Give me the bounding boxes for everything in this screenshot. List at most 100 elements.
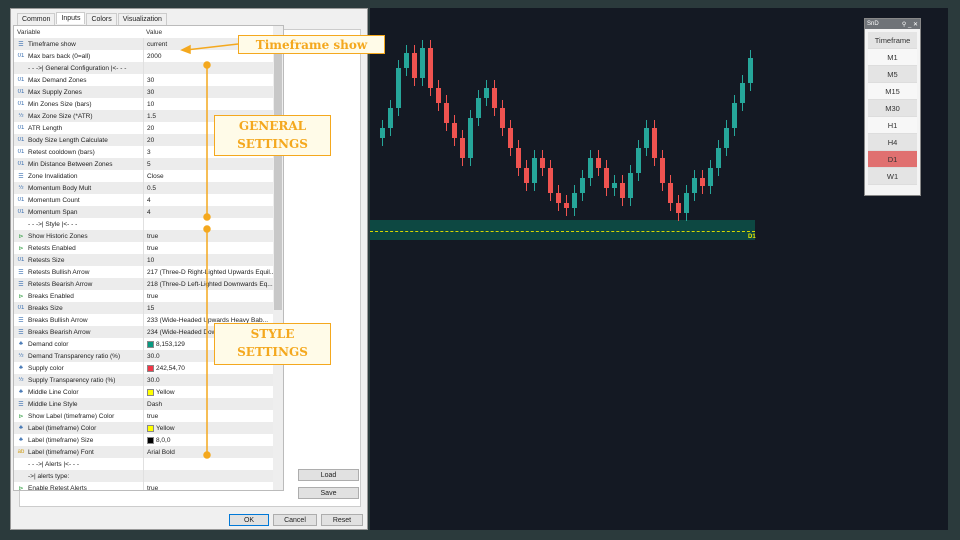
variable-name: Momentum Count <box>28 196 80 204</box>
value-cell[interactable]: Yellow <box>143 422 274 434</box>
cancel-button[interactable]: Cancel <box>273 514 317 526</box>
variable-name: Retest cooldown (bars) <box>28 148 95 156</box>
value-cell[interactable]: Yellow <box>143 386 274 398</box>
value-text: Dash <box>147 400 163 408</box>
input-row[interactable]: ½ Supply Transparency ratio (%) 30.0 <box>14 374 283 386</box>
input-row[interactable]: ♣ Label (timeframe) Color Yellow <box>14 422 283 434</box>
value-text: Yellow <box>156 388 175 396</box>
input-row[interactable]: 01 Min Distance Between Zones 5 <box>14 158 283 170</box>
bool-type-icon: ⊳ <box>18 233 24 240</box>
int-type-icon: 01 <box>17 77 25 83</box>
value-cell[interactable]: Close <box>143 170 274 182</box>
enum-type-icon: ☰ <box>18 281 24 288</box>
load-button[interactable]: Load <box>298 469 359 481</box>
reset-button[interactable]: Reset <box>321 514 363 526</box>
price-chart[interactable]: D1 <box>370 8 948 530</box>
tab-inputs[interactable]: Inputs <box>56 12 86 24</box>
color-swatch <box>147 364 154 372</box>
candle-body <box>676 203 681 213</box>
value-cell[interactable]: true <box>143 242 274 254</box>
value-cell[interactable] <box>143 218 274 230</box>
candle-body <box>540 158 545 168</box>
value-cell[interactable] <box>143 470 274 482</box>
input-row[interactable]: ⊳ Enable Retest Alerts true <box>14 482 283 490</box>
scrollbar[interactable] <box>273 26 283 490</box>
timeframe-button-m5[interactable]: M5 <box>868 66 917 83</box>
input-row[interactable]: ♣ Middle Line Color Yellow <box>14 386 283 398</box>
value-text: 30.0 <box>147 376 160 384</box>
timeframe-button-h1[interactable]: H1 <box>868 117 917 134</box>
value-cell[interactable] <box>143 458 274 470</box>
save-button[interactable]: Save <box>298 487 359 499</box>
input-row[interactable]: ab Label (timeframe) Font Arial Bold <box>14 446 283 458</box>
value-cell[interactable]: 0.5 <box>143 182 274 194</box>
timeframe-button-m15[interactable]: M15 <box>868 83 917 100</box>
input-row[interactable]: - - ->| Style |<- - - <box>14 218 283 230</box>
input-row[interactable]: 01 Retests Size 10 <box>14 254 283 266</box>
input-row[interactable]: ⊳ Show Historic Zones true <box>14 230 283 242</box>
value-cell[interactable]: Dash <box>143 398 274 410</box>
input-row[interactable]: ⊳ Retests Enabled true <box>14 242 283 254</box>
value-cell[interactable]: 5 <box>143 158 274 170</box>
value-cell[interactable]: 10 <box>143 98 274 110</box>
zone-timeframe-label: D1 <box>748 234 756 240</box>
value-cell[interactable]: 10 <box>143 254 274 266</box>
color-type-icon: ♣ <box>19 437 23 443</box>
input-row[interactable]: 01 Breaks Size 15 <box>14 302 283 314</box>
value-cell[interactable] <box>143 62 274 74</box>
value-cell[interactable]: 218 (Three-D Left-Lighted Downwards Eq..… <box>143 278 274 290</box>
input-row[interactable]: 01 Min Zones Size (bars) 10 <box>14 98 283 110</box>
variable-name: Breaks Size <box>28 304 63 312</box>
input-row[interactable]: 01 Max Demand Zones 30 <box>14 74 283 86</box>
input-row[interactable]: ☰ Retests Bearish Arrow 218 (Three-D Left-… <box>14 278 283 290</box>
timeframe-button-h4[interactable]: H4 <box>868 134 917 151</box>
candle-body <box>644 128 649 148</box>
timeframe-button-w1[interactable]: W1 <box>868 168 917 185</box>
pin-close-icons[interactable]: ⚲ _ ✕ <box>902 21 918 28</box>
input-row[interactable]: ☰ Retests Bullish Arrow 217 (Three-D Right… <box>14 266 283 278</box>
value-cell[interactable]: true <box>143 482 274 490</box>
value-text: 10 <box>147 256 155 264</box>
variable-name: Max Demand Zones <box>28 76 87 84</box>
candle-body <box>588 158 593 178</box>
value-cell[interactable]: 8,0,0 <box>143 434 274 446</box>
input-row[interactable]: 01 Momentum Count 4 <box>14 194 283 206</box>
variable-name: Max Supply Zones <box>28 88 82 96</box>
tab-common[interactable]: Common <box>17 13 56 25</box>
candle-body <box>748 58 753 83</box>
input-row[interactable]: ->| alerts type: <box>14 470 283 482</box>
tab-visualization[interactable]: Visualization <box>117 13 167 25</box>
input-row[interactable]: ⊳ Breaks Enabled true <box>14 290 283 302</box>
variable-name: Breaks Enabled <box>28 292 74 300</box>
value-text: Close <box>147 172 164 180</box>
value-cell[interactable]: Arial Bold <box>143 446 274 458</box>
input-row[interactable]: 01 Max Supply Zones 30 <box>14 86 283 98</box>
candle-body <box>604 168 609 188</box>
timeframe-button-m30[interactable]: M30 <box>868 100 917 117</box>
input-row[interactable]: 01 Momentum Span 4 <box>14 206 283 218</box>
ok-button[interactable]: OK <box>229 514 269 526</box>
timeframe-button-d1[interactable]: D1 <box>868 151 917 168</box>
tab-colors[interactable]: Colors <box>86 13 117 25</box>
input-row[interactable]: - - ->| General Configuration |<- - - <box>14 62 283 74</box>
value-cell[interactable]: true <box>143 410 274 422</box>
value-cell[interactable]: 30 <box>143 86 274 98</box>
value-cell[interactable]: 15 <box>143 302 274 314</box>
input-row[interactable]: ⊳ Show Label (timeframe) Color true <box>14 410 283 422</box>
value-cell[interactable]: true <box>143 230 274 242</box>
input-row[interactable]: ☰ Zone Invalidation Close <box>14 170 283 182</box>
input-row[interactable]: ½ Momentum Body Mult 0.5 <box>14 182 283 194</box>
input-row[interactable]: ☰ Middle Line Style Dash <box>14 398 283 410</box>
value-cell[interactable]: 30.0 <box>143 374 274 386</box>
input-row[interactable]: ♣ Label (timeframe) Size 8,0,0 <box>14 434 283 446</box>
variable-name: Max Zone Size (*ATR) <box>28 112 93 120</box>
value-cell[interactable]: 4 <box>143 206 274 218</box>
timeframe-button-m1[interactable]: M1 <box>868 49 917 66</box>
double-type-icon: ½ <box>18 353 24 359</box>
value-cell[interactable]: 30 <box>143 74 274 86</box>
variable-header: Variable <box>17 28 41 36</box>
input-row[interactable]: - - ->| Alerts |<- - - <box>14 458 283 470</box>
value-cell[interactable]: 217 (Three-D Right-Lighted Upwards Equil… <box>143 266 274 278</box>
value-cell[interactable]: 4 <box>143 194 274 206</box>
value-cell[interactable]: true <box>143 290 274 302</box>
